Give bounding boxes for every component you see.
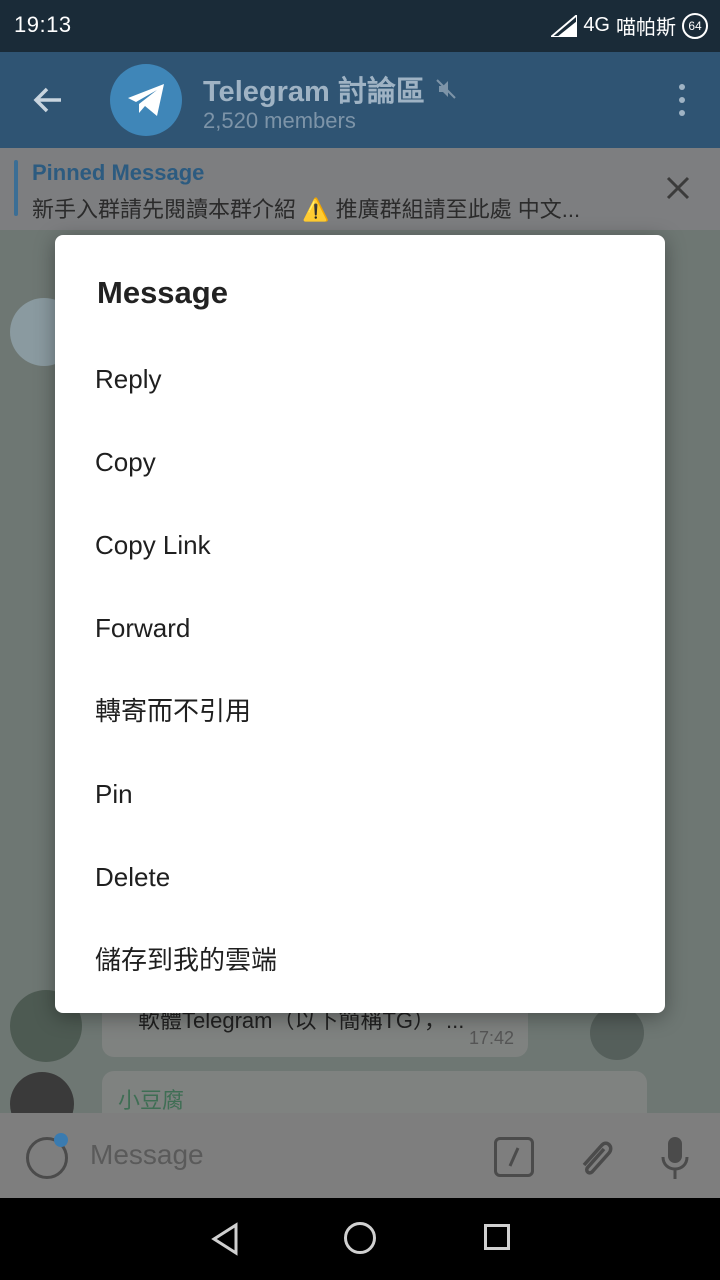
chat-title: Telegram 討論區 — [203, 76, 425, 108]
menu-item-reply[interactable]: Reply — [55, 338, 665, 421]
dot-icon — [679, 96, 685, 103]
menu-item-pin[interactable]: Pin — [55, 753, 665, 836]
carrier-name: 喵帕斯 — [616, 17, 676, 39]
message-input[interactable]: Message — [90, 1139, 204, 1171]
message-options-dialog: Message Reply Copy Copy Link Forward 轉寄而… — [55, 235, 665, 1013]
message-time: 17:42 — [468, 1028, 514, 1048]
chat-title-row[interactable]: Telegram 討論區 — [203, 68, 457, 110]
dot-icon — [679, 110, 685, 117]
back-button[interactable] — [24, 78, 72, 122]
pinned-message-bar[interactable]: Pinned Message 新手入群請先閱讀本群介紹 ⚠️ 推廣群組請至此處 … — [0, 148, 720, 230]
message-composer: Message — [0, 1113, 720, 1198]
status-bar: 19:13 4G 喵帕斯 64 — [0, 0, 720, 52]
nav-back-icon[interactable] — [208, 1222, 242, 1256]
dot-icon — [679, 83, 685, 90]
nav-recents-icon[interactable] — [484, 1224, 510, 1250]
sender-avatar[interactable] — [10, 1072, 74, 1113]
sender-name: 小豆腐 — [118, 1088, 185, 1113]
share-button[interactable] — [590, 1006, 644, 1060]
menu-item-copy[interactable]: Copy — [55, 421, 665, 504]
message-bubble[interactable]: 小豆腐 — [102, 1071, 647, 1113]
status-right: 4G 喵帕斯 64 — [551, 11, 708, 40]
menu-item-copy-link[interactable]: Copy Link — [55, 504, 665, 587]
telegram-plane-icon — [128, 84, 164, 116]
battery-icon: 64 — [682, 12, 708, 39]
status-time: 19:13 — [14, 12, 72, 37]
notification-dot — [54, 1133, 68, 1147]
menu-item-save-to-cloud[interactable]: 儲存到我的雲端 — [55, 919, 665, 1002]
bot-command-button[interactable] — [494, 1137, 534, 1177]
slash-icon — [508, 1147, 520, 1167]
signal-icon — [551, 14, 578, 37]
dialog-title: Message — [97, 275, 228, 310]
nav-home-icon[interactable] — [344, 1222, 376, 1254]
microphone-icon[interactable] — [660, 1135, 690, 1183]
arrow-left-icon — [33, 87, 61, 113]
pinned-title: Pinned Message — [32, 160, 205, 185]
menu-item-forward[interactable]: Forward — [55, 587, 665, 670]
pinned-text: 新手入群請先閱讀本群介紹 ⚠️ 推廣群組請至此處 中文... — [32, 197, 581, 222]
close-icon[interactable] — [662, 172, 694, 204]
member-count: 2,520 members — [203, 108, 356, 133]
system-nav-bar — [0, 1198, 720, 1280]
dialog-menu: Reply Copy Copy Link Forward 轉寄而不引用 Pin … — [55, 338, 665, 1002]
muted-icon — [436, 79, 456, 99]
menu-item-delete[interactable]: Delete — [55, 836, 665, 919]
network-type: 4G — [583, 14, 610, 36]
chat-header: Telegram 討論區 2,520 members — [0, 52, 720, 148]
chat-avatar[interactable] — [110, 64, 182, 136]
pinned-accent-line — [14, 160, 18, 216]
attach-icon[interactable] — [576, 1137, 616, 1181]
menu-item-forward-no-quote[interactable]: 轉寄而不引用 — [55, 670, 665, 753]
more-options-button[interactable] — [668, 80, 696, 120]
